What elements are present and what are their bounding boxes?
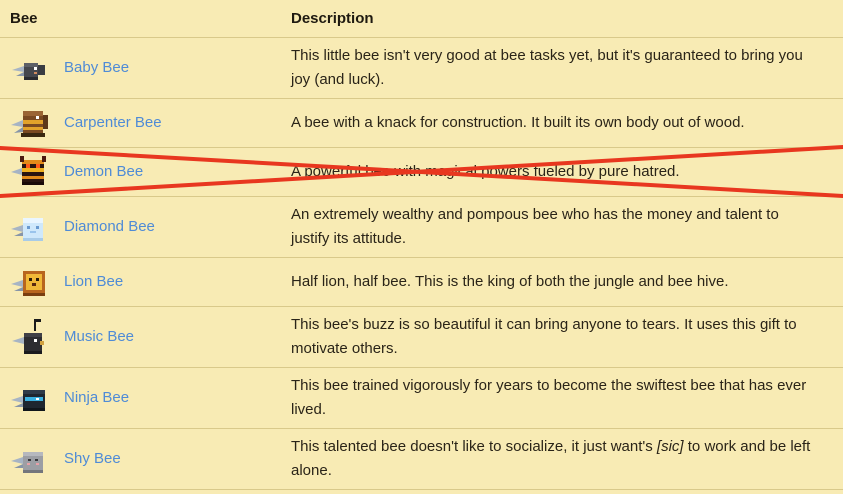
- table-row: Lion Bee Half lion, half bee. This is th…: [0, 257, 843, 306]
- bee-link-baby-bee[interactable]: Baby Bee: [64, 59, 129, 76]
- table-row: Music Bee This bee's buzz is so beautifu…: [0, 306, 843, 367]
- bee-link-carpenter-bee[interactable]: Carpenter Bee: [64, 114, 162, 131]
- table-row: Baby Bee This little bee isn't very good…: [0, 37, 843, 98]
- table-row: Demon Bee A powerful bee with magical po…: [0, 147, 843, 196]
- music-bee-icon: [12, 318, 44, 354]
- ninja-bee-icon: [11, 389, 45, 411]
- demon-bee-icon: [11, 155, 46, 185]
- desc-text-before: This talented bee doesn't like to social…: [291, 437, 657, 455]
- bee-link-shy-bee[interactable]: Shy Bee: [64, 450, 121, 467]
- shy-bee-icon: [11, 451, 43, 473]
- carpenter-bee-icon: [11, 110, 48, 137]
- bee-description: Half lion, half bee. This is the king of…: [291, 272, 729, 290]
- bee-link-music-bee[interactable]: Music Bee: [64, 328, 134, 345]
- bee-description: This talented bee doesn't like to social…: [281, 428, 843, 489]
- header-row: Bee Description: [0, 0, 843, 38]
- bee-description: This little bee isn't very good at bee t…: [291, 46, 803, 88]
- bee-link-lion-bee[interactable]: Lion Bee: [64, 273, 123, 290]
- bee-link-diamond-bee[interactable]: Diamond Bee: [64, 218, 155, 235]
- table-row: Diamond Bee An extremely wealthy and pom…: [0, 196, 843, 257]
- description-column-header: Description: [281, 0, 843, 38]
- bee-description: An extremely wealthy and pompous bee who…: [291, 205, 779, 247]
- bee-link-demon-bee[interactable]: Demon Bee: [64, 163, 143, 180]
- bee-description: This bee trained vigorously for years to…: [291, 376, 807, 418]
- diamond-bee-icon: [11, 217, 43, 241]
- bee-link-ninja-bee[interactable]: Ninja Bee: [64, 389, 129, 406]
- table-row: Ninja Bee This bee trained vigorously fo…: [0, 367, 843, 428]
- bee-column-header: Bee: [0, 0, 281, 38]
- table-row: Carpenter Bee A bee with a knack for con…: [0, 98, 843, 147]
- bee-description: This bee's buzz is so beautiful it can b…: [291, 315, 797, 357]
- bee-table: Bee Description Baby Bee This little bee…: [0, 0, 843, 490]
- bee-description: A powerful bee with magical powers fuele…: [291, 162, 680, 180]
- sic-annotation: [sic]: [656, 437, 684, 455]
- baby-bee-icon: [12, 62, 45, 80]
- table-row: Shy Bee This talented bee doesn't like t…: [0, 428, 843, 489]
- bee-description: A bee with a knack for construction. It …: [291, 113, 745, 131]
- lion-bee-icon: [11, 270, 45, 296]
